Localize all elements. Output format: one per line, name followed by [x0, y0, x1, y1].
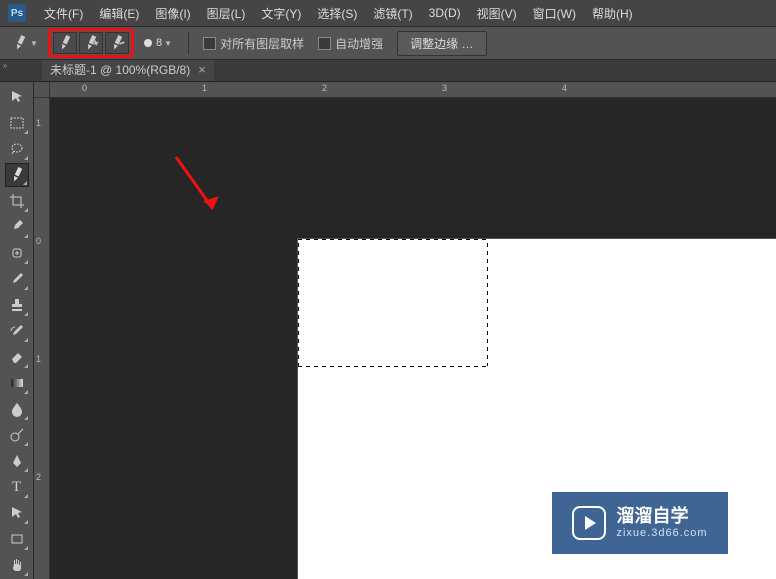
hand-tool[interactable] [5, 553, 29, 577]
ruler-h-tick: 3 [442, 83, 447, 93]
path-select-tool[interactable] [5, 501, 29, 525]
marquee-selection[interactable] [298, 239, 488, 367]
type-tool[interactable]: T [5, 475, 29, 499]
mode-add-selection-button[interactable] [79, 32, 103, 54]
ruler-v-tick: 0 [36, 236, 41, 246]
options-bar: ▼ 8 ▼ 对所有图层取样 自动增强 调整边缘 … [0, 26, 776, 60]
ruler-v-tick: 1 [36, 118, 41, 128]
mode-subtract-selection-button[interactable] [105, 32, 129, 54]
app-logo: Ps [8, 4, 26, 22]
work-area: 0 1 2 3 4 1 0 1 2 [34, 82, 776, 579]
checkbox-icon [318, 37, 331, 50]
auto-enhance-checkbox[interactable]: 自动增强 [318, 35, 383, 52]
watermark-badge: 溜溜自学 zixue.3d66.com [552, 492, 728, 554]
auto-enhance-label: 自动增强 [335, 35, 383, 52]
crop-tool[interactable] [5, 189, 29, 213]
ruler-origin[interactable] [34, 82, 50, 98]
menu-window[interactable]: 窗口(W) [525, 1, 584, 26]
mode-new-selection-button[interactable] [53, 32, 77, 54]
ruler-v-tick: 2 [36, 472, 41, 482]
move-tool[interactable] [5, 85, 29, 109]
healing-brush-tool[interactable] [5, 241, 29, 265]
ruler-horizontal[interactable]: 0 1 2 3 4 [50, 82, 776, 98]
play-icon [572, 506, 606, 540]
separator [188, 32, 189, 54]
shape-tool[interactable] [5, 527, 29, 551]
brush-size-value: 8 [156, 37, 162, 49]
refine-edge-button[interactable]: 调整边缘 … [397, 31, 486, 56]
lasso-tool[interactable] [5, 137, 29, 161]
ruler-h-tick: 2 [322, 83, 327, 93]
menu-file[interactable]: 文件(F) [36, 1, 91, 26]
menu-bar: Ps 文件(F) 编辑(E) 图像(I) 图层(L) 文字(Y) 选择(S) 滤… [0, 0, 776, 26]
canvas-viewport[interactable]: 溜溜自学 zixue.3d66.com [50, 98, 776, 579]
selection-mode-highlight [48, 28, 134, 58]
ruler-h-tick: 0 [82, 83, 87, 93]
sample-all-layers-checkbox[interactable]: 对所有图层取样 [203, 35, 304, 52]
menu-select[interactable]: 选择(S) [309, 1, 365, 26]
eraser-tool[interactable] [5, 345, 29, 369]
tab-strip-expander-icon[interactable]: » [0, 60, 10, 70]
marquee-tool[interactable] [5, 111, 29, 135]
menu-image[interactable]: 图像(I) [147, 1, 198, 26]
gradient-tool[interactable] [5, 371, 29, 395]
ruler-vertical[interactable]: 1 0 1 2 [34, 98, 50, 579]
document-tab-bar: 未标题-1 @ 100%(RGB/8) × [0, 60, 776, 82]
menu-filter[interactable]: 滤镜(T) [365, 1, 420, 26]
menu-type[interactable]: 文字(Y) [253, 1, 309, 26]
sample-all-layers-label: 对所有图层取样 [220, 35, 304, 52]
menu-layer[interactable]: 图层(L) [199, 1, 254, 26]
quick-select-tool[interactable] [5, 163, 29, 187]
blur-tool[interactable] [5, 397, 29, 421]
tool-preset-chevron-icon[interactable]: ▼ [30, 39, 42, 48]
pen-tool[interactable] [5, 449, 29, 473]
eyedropper-tool[interactable] [5, 215, 29, 239]
ruler-h-tick: 4 [562, 83, 567, 93]
document-tab-title: 未标题-1 @ 100%(RGB/8) [50, 61, 190, 78]
ruler-h-tick: 1 [202, 83, 207, 93]
dodge-tool[interactable] [5, 423, 29, 447]
stamp-tool[interactable] [5, 293, 29, 317]
brush-tool[interactable] [5, 267, 29, 291]
brush-preview-icon [144, 39, 152, 47]
brush-size-picker[interactable]: 8 ▼ [144, 37, 180, 49]
brush-size-chevron-icon[interactable]: ▼ [164, 39, 176, 48]
toolbox: T [0, 82, 34, 579]
menu-help[interactable]: 帮助(H) [584, 1, 641, 26]
menu-view[interactable]: 视图(V) [469, 1, 525, 26]
annotation-arrow-icon [173, 154, 233, 224]
close-icon[interactable]: × [198, 62, 206, 77]
document-tab[interactable]: 未标题-1 @ 100%(RGB/8) × [42, 57, 214, 81]
menu-3d[interactable]: 3D(D) [421, 2, 469, 24]
watermark-subtitle: zixue.3d66.com [616, 527, 707, 539]
checkbox-icon [203, 37, 216, 50]
history-brush-tool[interactable] [5, 319, 29, 343]
menu-edit[interactable]: 编辑(E) [91, 1, 147, 26]
watermark-title: 溜溜自学 [616, 507, 707, 527]
ruler-v-tick: 1 [36, 354, 41, 364]
current-tool-icon[interactable] [8, 32, 32, 54]
